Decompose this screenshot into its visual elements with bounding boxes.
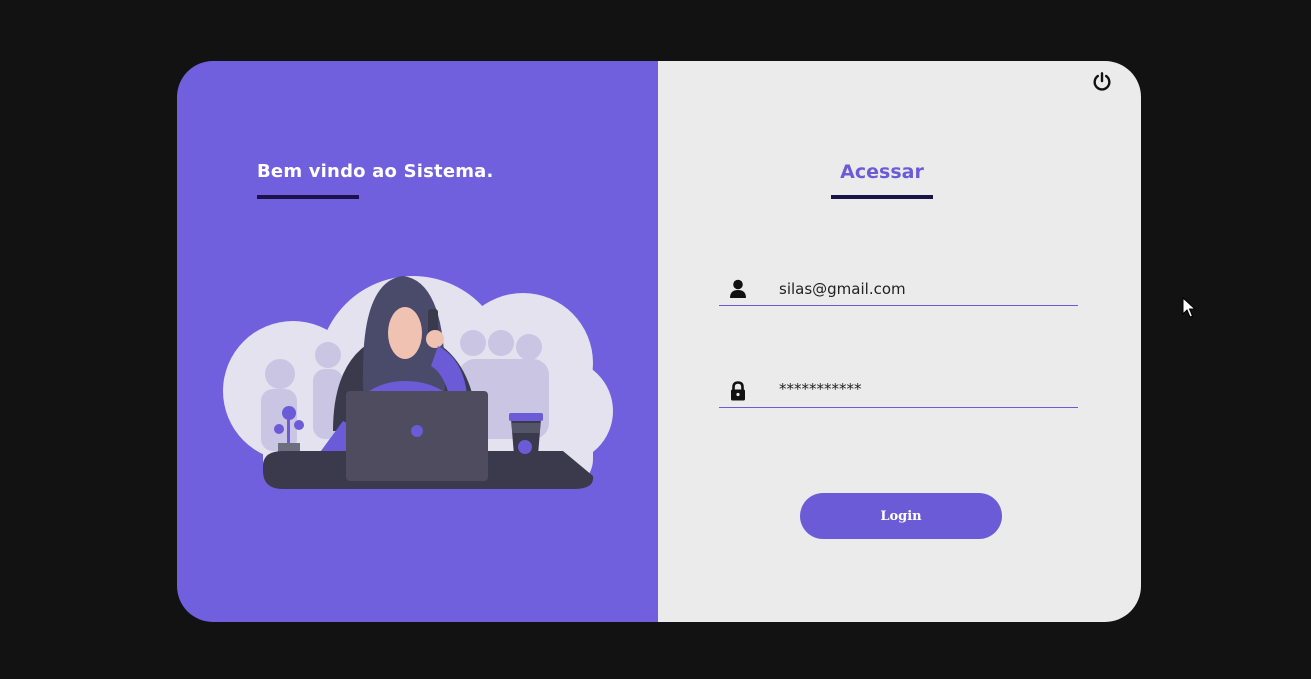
lock-icon: [731, 381, 745, 401]
mouse-cursor-icon: [1182, 297, 1196, 318]
power-icon[interactable]: [1091, 71, 1113, 93]
password-input[interactable]: [779, 377, 1069, 401]
email-field: [719, 275, 1078, 306]
user-icon: [730, 279, 746, 298]
login-button[interactable]: Login: [800, 493, 1002, 539]
welcome-panel: Bem vindo ao Sistema.: [177, 61, 658, 622]
login-underline: [831, 195, 933, 199]
welcome-underline: [257, 195, 359, 199]
woman-at-laptop-illustration: [223, 276, 613, 489]
login-window: Bem vindo ao Sistema. Acessar silas@gmai…: [177, 61, 1141, 622]
welcome-title: Bem vindo ao Sistema.: [257, 161, 494, 182]
password-field: [719, 375, 1078, 408]
login-title: Acessar: [840, 161, 924, 183]
login-panel: Acessar Login: [658, 61, 1141, 622]
email-input[interactable]: [779, 277, 1069, 301]
